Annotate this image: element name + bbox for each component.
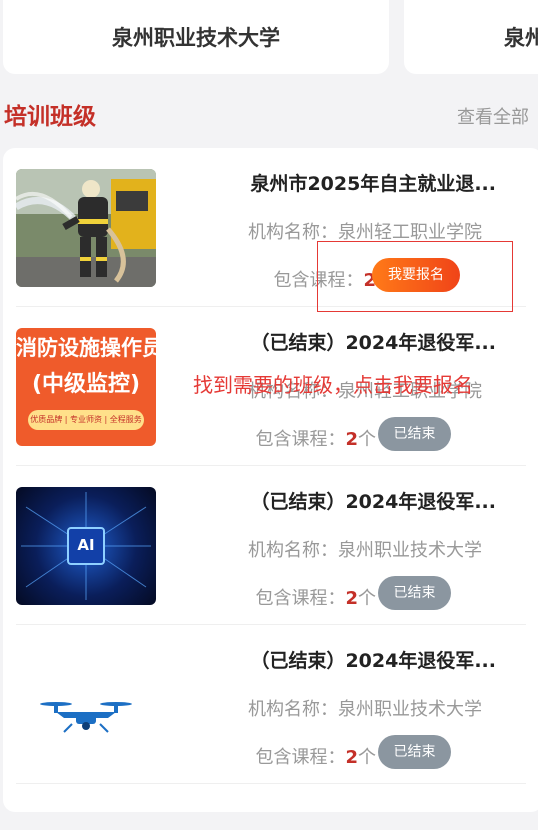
- poster-line1: 消防设施操作员: [16, 336, 156, 360]
- org-value: 泉州轻工职业学院: [338, 222, 482, 243]
- course-count: 包含课程：2个: [166, 743, 376, 769]
- courses-value: 2: [345, 747, 358, 768]
- ai-chip-image: AI: [16, 487, 156, 605]
- fire-safety-poster: 消防设施操作员 (中级监控) 优质品牌 | 专业师资 | 全程服务: [16, 328, 156, 446]
- firefighter-photo: [16, 169, 156, 287]
- org-name: 机构名称：泉州职业技术大学: [166, 536, 482, 562]
- annotation-text: 找到需要的班级，点击我要报名: [193, 373, 473, 397]
- courses-value: 2: [345, 429, 358, 450]
- drone-image: [16, 646, 156, 764]
- poster-line2: (中级监控): [31, 372, 141, 397]
- org-label: 机构名称：: [248, 540, 338, 561]
- class-item[interactable]: AI （已结束）2024年退役军... 机构名称：泉州职业技术大学 包含课程：2…: [16, 466, 526, 625]
- school-card-1[interactable]: 泉州职业技术大学: [3, 0, 389, 74]
- ended-badge: 已结束: [378, 576, 451, 610]
- class-title[interactable]: （已结束）2024年退役军...: [186, 487, 496, 514]
- org-label: 机构名称：: [248, 699, 338, 720]
- school-name: 泉州: [504, 26, 538, 50]
- ended-badge: 已结束: [378, 735, 451, 769]
- courses-label: 包含课程：: [255, 747, 346, 768]
- org-value: 泉州职业技术大学: [338, 699, 482, 720]
- class-title[interactable]: （已结束）2024年退役军...: [186, 328, 496, 355]
- view-all-link[interactable]: 查看全部: [457, 103, 529, 129]
- org-label: 机构名称：: [248, 222, 338, 243]
- chip-label: AI: [77, 536, 95, 554]
- courses-unit: 个: [358, 588, 376, 609]
- courses-label: 包含课程：: [255, 588, 346, 609]
- courses-value: 2: [345, 588, 358, 609]
- class-title[interactable]: （已结束）2024年退役军...: [186, 646, 496, 673]
- courses-label: 包含课程：: [255, 429, 346, 450]
- school-card-2[interactable]: 泉州: [404, 0, 538, 74]
- course-count: 包含课程：2个: [166, 425, 376, 451]
- org-value: 泉州职业技术大学: [338, 540, 482, 561]
- org-name: 机构名称：泉州职业技术大学: [166, 695, 482, 721]
- class-title[interactable]: 泉州市2025年自主就业退...: [186, 169, 496, 196]
- ended-badge: 已结束: [378, 417, 451, 451]
- section-title: 培训班级: [4, 104, 96, 130]
- class-item[interactable]: （已结束）2024年退役军... 机构名称：泉州职业技术大学 包含课程：2个 已…: [16, 625, 526, 784]
- school-name: 泉州职业技术大学: [112, 26, 280, 50]
- courses-unit: 个: [358, 747, 376, 768]
- poster-footer: 优质品牌 | 专业师资 | 全程服务: [28, 410, 144, 430]
- course-count: 包含课程：2个: [166, 584, 376, 610]
- highlight-box: [317, 241, 513, 312]
- courses-unit: 个: [358, 429, 376, 450]
